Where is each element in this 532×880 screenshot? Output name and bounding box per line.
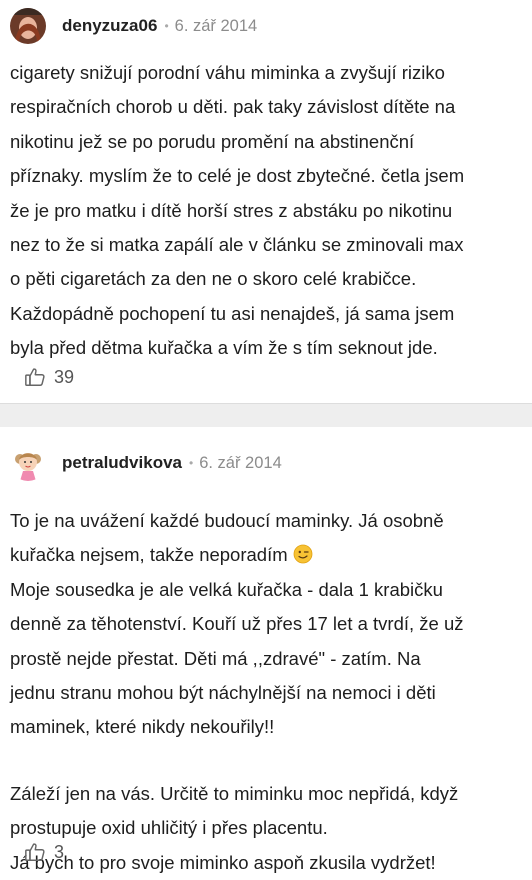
text-line: nikotinu jež se po porudu promění na abs… [10, 130, 415, 152]
text-line: respiračních chorob u děti. pak taky záv… [10, 96, 456, 118]
text-line: byla před dětma kuřačka a vím že s tím s… [10, 337, 438, 359]
text-line: prostě nejde přestat. Děti má ,,zdravé" … [10, 647, 421, 669]
text-line: nez to že si matka zapálí ale v článku s… [10, 234, 464, 256]
like-count: 3 [54, 841, 65, 862]
avatar[interactable] [10, 8, 46, 44]
text-line: o pěti cigaretách za den ne o skoro celé… [10, 268, 417, 290]
comment: denyzuza06 • 6. zář 2014 cigarety snižuj… [0, 0, 532, 403]
comment-text: cigarety snižují porodní váhu miminka a … [10, 56, 522, 366]
thumbs-up-outline-icon [25, 368, 45, 386]
text-line: cigarety snižují porodní váhu miminka a … [10, 62, 445, 83]
username[interactable]: petraludvikova [62, 453, 182, 473]
like-count: 39 [54, 366, 75, 387]
separator-dot: • [164, 19, 169, 33]
text-line: denně za těhotenství. Kouří už přes 17 l… [10, 613, 464, 635]
comment-text: To je na uvážení každé budoucí maminky. … [10, 504, 522, 880]
comment: petraludvikova • 6. zář 2014 To je na uv… [0, 427, 532, 873]
like-button[interactable]: 3 [24, 841, 64, 863]
avatar[interactable] [10, 445, 46, 481]
text-line: Záleží jen na vás. Určitě to miminku moc… [10, 782, 459, 804]
text-line: Moje sousedka je ale velká kuřačka - dal… [10, 578, 443, 600]
text-line: kuřačka nejsem, takže neporadím [10, 538, 522, 572]
text-line: že je pro matku i dítě horší stres z abs… [10, 199, 453, 221]
username[interactable]: denyzuza06 [62, 16, 157, 36]
text-span: kuřačka nejsem, takže neporadím [10, 544, 288, 566]
winking-face-icon [293, 545, 313, 564]
text-line: prostupuje oxid uhličitý i přes placentu… [10, 817, 328, 839]
text-line: Já bych to pro svoje miminko aspoň zkusi… [10, 851, 436, 873]
like-button[interactable]: 39 [24, 366, 74, 388]
comment-header: petraludvikova • 6. zář 2014 [10, 443, 282, 483]
text-line: příznaky. myslím že to celé je dost zbyt… [10, 165, 465, 187]
comment-date: 6. zář 2014 [174, 16, 258, 35]
comment-date: 6. zář 2014 [199, 453, 282, 472]
text-line: To je na uvážení každé budoucí maminky. … [10, 510, 444, 531]
separator-dot: • [189, 456, 194, 470]
comment-divider [0, 403, 532, 427]
comment-header: denyzuza06 • 6. zář 2014 [10, 6, 257, 46]
text-line: maminek, které nikdy nekouřily!! [10, 716, 275, 738]
thumbs-up-outline-icon [25, 843, 45, 861]
text-line: jednu stranu mohou být náchylnější na ne… [10, 682, 436, 704]
text-line: Každopádně pochopení tu asi nenajdeš, já… [10, 302, 455, 324]
